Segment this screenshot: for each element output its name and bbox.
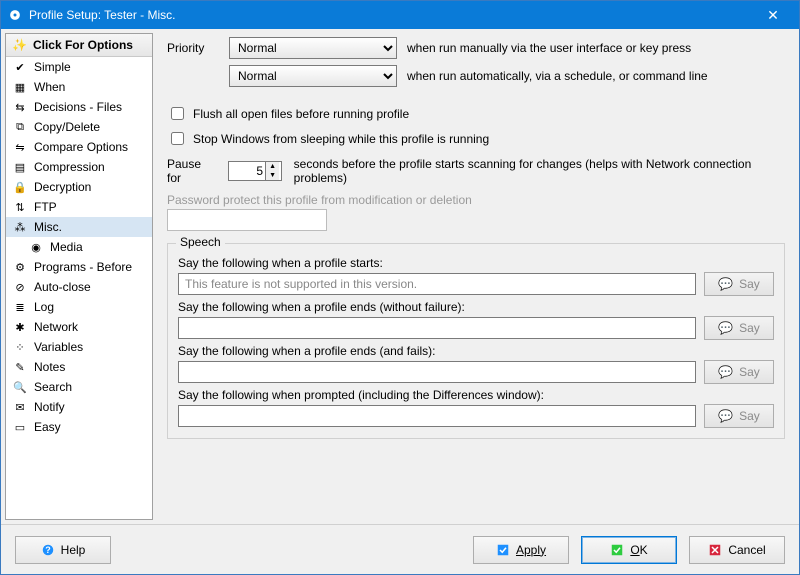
easy-icon: ▭ — [12, 419, 28, 435]
sidebar-list: ✔Simple ▦When ⇆Decisions - Files ⧉Copy/D… — [6, 57, 152, 519]
speech-prompt-label: Say the following when prompted (includi… — [178, 388, 774, 402]
speech-start-label: Say the following when a profile starts: — [178, 256, 774, 270]
sidebar-item-compression[interactable]: ▤Compression — [6, 157, 152, 177]
variables-icon: ⁘ — [12, 339, 28, 355]
sidebar-item-copydelete[interactable]: ⧉Copy/Delete — [6, 117, 152, 137]
speech-endfail-input[interactable] — [178, 361, 696, 383]
priority-manual-hint: when run manually via the user interface… — [407, 41, 691, 55]
flush-checkbox[interactable]: Flush all open files before running prof… — [167, 104, 785, 123]
speech-icon: 💬 — [718, 321, 733, 335]
misc-icon: ⁂ — [12, 219, 28, 235]
sidebar-item-autoclose[interactable]: ⊘Auto-close — [6, 277, 152, 297]
priority-auto-hint: when run automatically, via a schedule, … — [407, 69, 708, 83]
sidebar-item-programs[interactable]: ⚙Programs - Before — [6, 257, 152, 277]
check-icon: ✔ — [12, 59, 28, 75]
ok-button[interactable]: OK — [581, 536, 677, 564]
speech-start-input[interactable] — [178, 273, 696, 295]
priority-auto-select[interactable]: Normal — [229, 65, 397, 87]
svg-text:?: ? — [45, 545, 51, 555]
branch-icon: ⇆ — [12, 99, 28, 115]
speech-title: Speech — [176, 235, 225, 249]
sidebar-item-decryption[interactable]: 🔒Decryption — [6, 177, 152, 197]
search-icon: 🔍 — [12, 379, 28, 395]
pause-value[interactable] — [229, 164, 265, 178]
pause-hint: seconds before the profile starts scanni… — [294, 157, 785, 185]
pause-label: Pause for — [167, 157, 216, 185]
sidebar-item-decisions[interactable]: ⇆Decisions - Files — [6, 97, 152, 117]
speech-icon: 💬 — [718, 409, 733, 423]
speech-endfail-label: Say the following when a profile ends (a… — [178, 344, 774, 358]
notify-icon: ✉ — [12, 399, 28, 415]
password-label: Password protect this profile from modif… — [167, 193, 785, 207]
say-prompt-button[interactable]: 💬Say — [704, 404, 774, 428]
say-endfail-button[interactable]: 💬Say — [704, 360, 774, 384]
help-button[interactable]: ? Help — [15, 536, 111, 564]
wand-icon: ✨ — [12, 38, 27, 52]
sidebar-item-log[interactable]: ≣Log — [6, 297, 152, 317]
gear-icon: ⚙ — [12, 259, 28, 275]
footer: ? Help Apply OK Cancel — [1, 524, 799, 574]
speech-endok-label: Say the following when a profile ends (w… — [178, 300, 774, 314]
content-panel: Priority Normal when run manually via th… — [153, 29, 799, 524]
sidebar-item-variables[interactable]: ⁘Variables — [6, 337, 152, 357]
help-icon: ? — [41, 543, 55, 557]
cancel-icon — [708, 543, 722, 557]
sidebar-header[interactable]: ✨ Click For Options — [6, 34, 152, 57]
speech-group: Speech Say the following when a profile … — [167, 243, 785, 439]
sidebar-item-search[interactable]: 🔍Search — [6, 377, 152, 397]
spinner-down[interactable]: ▼ — [265, 171, 279, 180]
window-title: Profile Setup: Tester - Misc. — [29, 8, 176, 22]
compare-icon: ⇋ — [12, 139, 28, 155]
priority-label: Priority — [167, 41, 219, 55]
calendar-icon: ▦ — [12, 79, 28, 95]
apply-icon — [496, 543, 510, 557]
sidebar-item-when[interactable]: ▦When — [6, 77, 152, 97]
window: Profile Setup: Tester - Misc. ✕ ✨ Click … — [0, 0, 800, 575]
say-start-button[interactable]: 💬Say — [704, 272, 774, 296]
sidebar-item-simple[interactable]: ✔Simple — [6, 57, 152, 77]
speech-icon: 💬 — [718, 277, 733, 291]
close-icon: ⊘ — [12, 279, 28, 295]
lock-icon: 🔒 — [12, 179, 28, 195]
cancel-button[interactable]: Cancel — [689, 536, 785, 564]
speech-prompt-input[interactable] — [178, 405, 696, 427]
sidebar-item-compare[interactable]: ⇋Compare Options — [6, 137, 152, 157]
copy-icon: ⧉ — [12, 119, 28, 135]
say-endok-button[interactable]: 💬Say — [704, 316, 774, 340]
sidebar-item-media[interactable]: ◉Media — [6, 237, 152, 257]
app-icon — [7, 7, 23, 23]
speech-icon: 💬 — [718, 365, 733, 379]
sidebar-item-ftp[interactable]: ⇅FTP — [6, 197, 152, 217]
priority-manual-select[interactable]: Normal — [229, 37, 397, 59]
speech-endok-input[interactable] — [178, 317, 696, 339]
apply-button[interactable]: Apply — [473, 536, 569, 564]
sidebar-item-notes[interactable]: ✎Notes — [6, 357, 152, 377]
sidebar-header-label: Click For Options — [33, 38, 133, 52]
network-icon: ✱ — [12, 319, 28, 335]
close-button[interactable]: ✕ — [753, 1, 793, 29]
pause-spinner[interactable]: ▲▼ — [228, 161, 282, 181]
sleep-checkbox[interactable]: Stop Windows from sleeping while this pr… — [167, 129, 785, 148]
archive-icon: ▤ — [12, 159, 28, 175]
disc-icon: ◉ — [28, 239, 44, 255]
password-input[interactable] — [167, 209, 327, 231]
sidebar-item-network[interactable]: ✱Network — [6, 317, 152, 337]
sidebar-item-easy[interactable]: ▭Easy — [6, 417, 152, 437]
titlebar: Profile Setup: Tester - Misc. ✕ — [1, 1, 799, 29]
sidebar: ✨ Click For Options ✔Simple ▦When ⇆Decis… — [5, 33, 153, 520]
notes-icon: ✎ — [12, 359, 28, 375]
sidebar-item-misc[interactable]: ⁂Misc. — [6, 217, 152, 237]
sidebar-item-notify[interactable]: ✉Notify — [6, 397, 152, 417]
log-icon: ≣ — [12, 299, 28, 315]
spinner-up[interactable]: ▲ — [265, 162, 279, 171]
ok-icon — [610, 543, 624, 557]
ftp-icon: ⇅ — [12, 199, 28, 215]
